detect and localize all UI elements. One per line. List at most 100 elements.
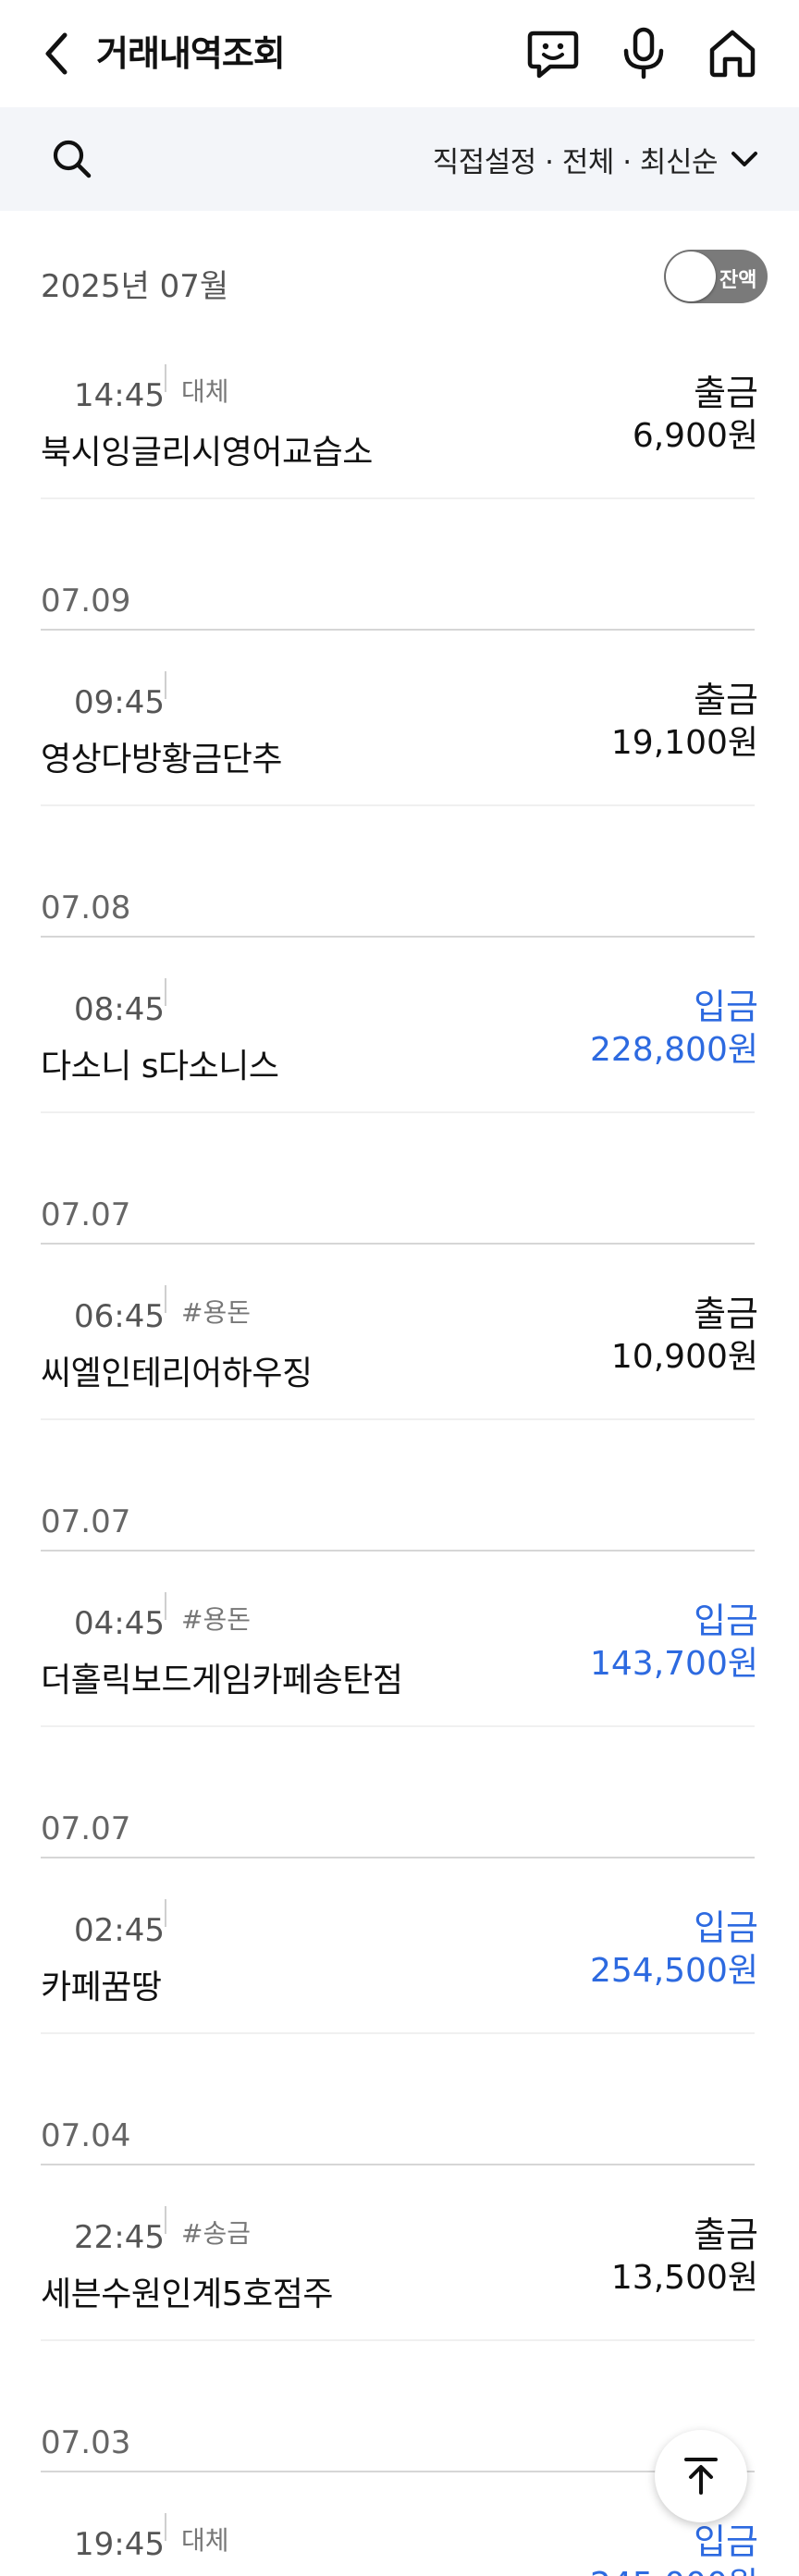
transaction-tag: 대체 [181, 376, 229, 407]
transaction-tag: 대체 [181, 2525, 229, 2556]
transaction-row[interactable]: 06:45 #용돈씨엘인테리어하우징 출금 10,900원 [0, 1245, 799, 1457]
scroll-top-button[interactable] [655, 2430, 747, 2522]
app-header: 거래내역조회 [0, 0, 799, 107]
transaction-amount: 143,700원 [590, 1645, 758, 1683]
transaction-name: 세븐수원인계5호점주 [41, 2275, 333, 2313]
transaction-tag: #용돈 [181, 1297, 251, 1328]
voice-button[interactable] [616, 26, 671, 81]
transaction-amount: 254,500원 [590, 1952, 758, 1990]
time-separator [165, 2206, 166, 2234]
arrow-up-icon [684, 2458, 718, 2495]
transaction-type: 출금 [694, 2214, 758, 2255]
month-label: 2025년 07월 [41, 268, 229, 305]
date-label: 07.07 [41, 1196, 131, 1233]
transaction-name: 씨엘인테리어하우징 [41, 1355, 313, 1392]
back-button[interactable] [33, 28, 80, 80]
transaction-type: 입금 [694, 1601, 758, 1641]
transaction-type: 출금 [694, 1294, 758, 1334]
transaction-group: 07.07 06:45 #용돈씨엘인테리어하우징 출금 10,900원 [0, 1150, 799, 1457]
transaction-time: 06:45 [74, 1298, 165, 1335]
toggle-knob [666, 251, 716, 301]
transaction-amount: 228,800원 [590, 1031, 758, 1069]
transaction-name: 영상다방황금단추 [41, 741, 282, 779]
transaction-amount: 19,100원 [610, 724, 758, 762]
transaction-amount: 6,900원 [632, 417, 758, 455]
transaction-name: 다소니 s다소니스 [41, 1048, 279, 1086]
transaction-group: 07.09 09:45 영상다방황금단추 출금 19,100원 [0, 536, 799, 843]
row-divider [41, 1111, 755, 1113]
home-icon [709, 30, 756, 78]
row-divider [41, 804, 755, 806]
transaction-type: 출금 [694, 680, 758, 720]
date-label: 07.09 [41, 583, 131, 619]
transaction-tag: #용돈 [181, 1604, 251, 1635]
date-label: 07.07 [41, 1810, 131, 1847]
transaction-row[interactable]: 14:45 대체북시잉글리시영어교습소 출금 6,900원 [0, 324, 799, 536]
transaction-time: 22:45 [74, 2219, 165, 2256]
chevron-down-icon [731, 152, 757, 166]
transaction-time: 09:45 [74, 684, 165, 721]
date-divider: 07.04 [0, 2071, 799, 2165]
transaction-row[interactable]: 09:45 영상다방황금단추 출금 19,100원 [0, 631, 799, 843]
transaction-row[interactable]: 02:45 카페꿈땅 입금 254,500원 [0, 1858, 799, 2071]
transaction-group: 07.04 22:45 #송금세븐수원인계5호점주 출금 13,500원 [0, 2071, 799, 2378]
row-divider [41, 2032, 755, 2034]
balance-toggle[interactable]: 잔액 [664, 250, 768, 303]
transaction-group: 07.07 04:45 #용돈더홀릭보드게임카페송탄점 입금 143,700원 [0, 1457, 799, 1764]
row-divider [41, 2339, 755, 2341]
transaction-list: 14:45 대체 북시잉글리시영어교습소 출금 6,900원 07.09 09:45 영상다방… [0, 324, 799, 2576]
microphone-icon [623, 27, 664, 80]
row-divider [41, 1725, 755, 1727]
transaction-name: 카페꿈땅 [41, 1969, 162, 2006]
time-separator [165, 671, 166, 699]
transaction-amount: 13,500원 [610, 2259, 758, 2297]
transaction-group: 14:45 대체북시잉글리시영어교습소 출금 6,900원 [0, 324, 799, 536]
row-divider [41, 497, 755, 499]
filter-settings-button[interactable]: 직접설정 · 전체 · 최신순 [433, 133, 758, 185]
month-header: 2025년 07월 잔액 [0, 240, 799, 324]
transaction-row[interactable]: 04:45 #용돈더홀릭보드게임카페송탄점 입금 143,700원 [0, 1552, 799, 1764]
transaction-time: 04:45 [74, 1605, 165, 1642]
transaction-name: 북시잉글리시영어교습소 [41, 434, 373, 472]
time-separator [165, 2513, 166, 2541]
transaction-group: 07.07 02:45 카페꿈땅 입금 254,500원 [0, 1764, 799, 2071]
time-separator [165, 978, 166, 1006]
transaction-type: 출금 [694, 373, 758, 413]
filter-label: 직접설정 · 전체 · 최신순 [432, 145, 719, 179]
transaction-row[interactable]: 22:45 #송금세븐수원인계5호점주 출금 13,500원 [0, 2165, 799, 2378]
transaction-time: 02:45 [74, 1912, 165, 1949]
transaction-type: 입금 [694, 987, 758, 1027]
transaction-tag: #송금 [181, 2218, 251, 2249]
transaction-time: 08:45 [74, 991, 165, 1028]
back-icon [45, 32, 68, 75]
page-title: 거래내역조회 [96, 33, 286, 74]
date-label: 07.08 [41, 889, 131, 926]
date-divider: 07.07 [0, 1457, 799, 1552]
transaction-row[interactable]: 08:45 다소니 s다소니스 입금 228,800원 [0, 938, 799, 1150]
transaction-group: 07.08 08:45 다소니 s다소니스 입금 228,800원 [0, 843, 799, 1150]
chat-button[interactable] [525, 26, 581, 81]
row-divider [41, 1418, 755, 1420]
search-icon [53, 140, 92, 178]
toggle-label: 잔액 [719, 269, 757, 292]
chat-icon [527, 31, 579, 79]
transaction-amount: 245,000원 [590, 2558, 758, 2576]
time-separator [165, 1899, 166, 1927]
transaction-time: 14:45 [74, 377, 165, 414]
date-divider: 07.08 [0, 843, 799, 938]
date-divider: 07.07 [0, 1150, 799, 1245]
filter-bar: 직접설정 · 전체 · 최신순 [0, 107, 799, 211]
transaction-amount: 10,900원 [610, 1338, 758, 1376]
time-separator [165, 364, 166, 392]
time-separator [165, 1285, 166, 1313]
date-label: 07.07 [41, 1503, 131, 1540]
date-divider: 07.07 [0, 1764, 799, 1858]
date-label: 07.03 [41, 2424, 131, 2461]
date-divider: 07.09 [0, 536, 799, 631]
search-button[interactable] [46, 133, 98, 185]
time-separator [165, 1592, 166, 1620]
date-label: 07.04 [41, 2117, 131, 2154]
transaction-name: 더홀릭보드게임카페송탄점 [41, 1662, 403, 1699]
transaction-type: 입금 [694, 1907, 758, 1948]
home-button[interactable] [705, 26, 760, 81]
